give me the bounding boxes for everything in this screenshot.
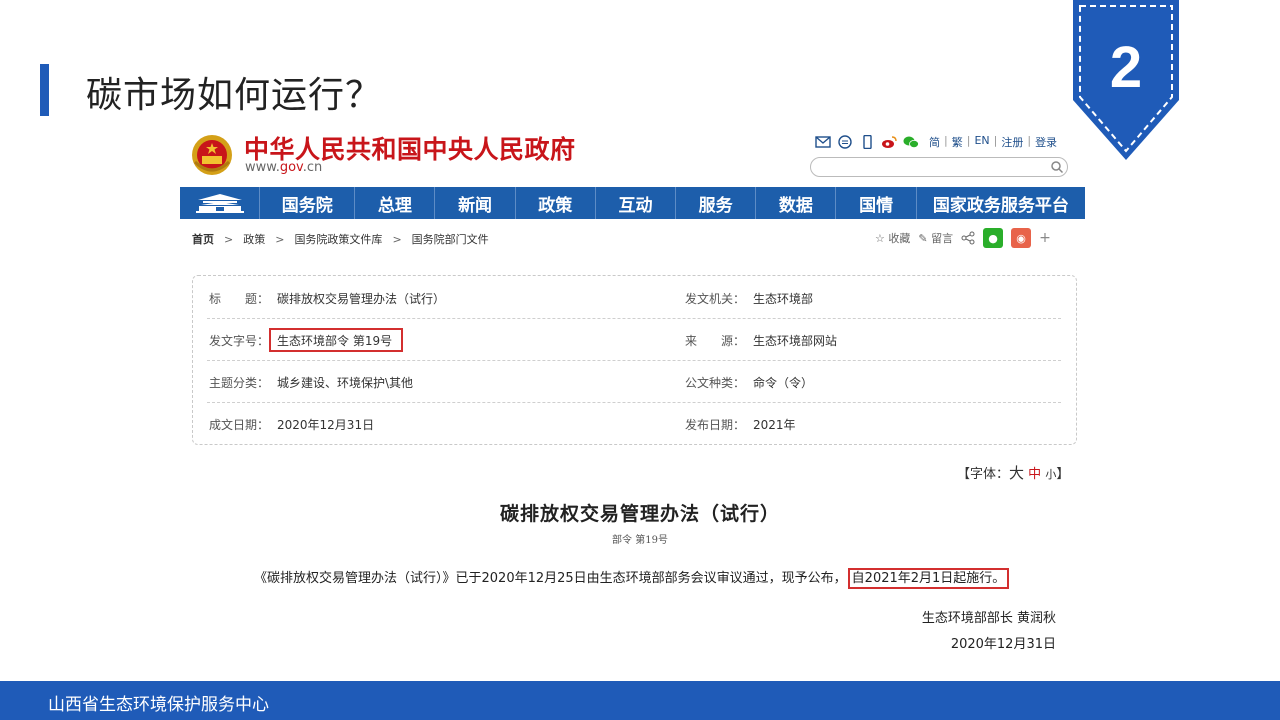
document-subtitle: 部令 第19号 — [612, 535, 668, 546]
info-label: 标 题： — [209, 292, 270, 306]
footer-org-name: 山西省生态环境保护服务中心 — [48, 695, 269, 715]
search-icon[interactable] — [1050, 160, 1064, 174]
nav-item-services[interactable]: 服务 — [676, 187, 757, 219]
login-link[interactable]: 登录 — [1035, 134, 1057, 150]
weibo-icon[interactable] — [881, 135, 897, 149]
weibo-share-icon[interactable]: ◉ — [1011, 228, 1032, 248]
info-value: 碳排放权交易管理办法（试行） — [277, 292, 446, 306]
info-label: 公文种类： — [685, 376, 746, 390]
mobile-icon[interactable] — [859, 135, 875, 149]
font-size-bracket: 】 — [1056, 467, 1070, 482]
title-accent-bar — [40, 64, 49, 116]
nav-item-premier[interactable]: 总理 — [355, 187, 436, 219]
nav-item-gov-service-platform[interactable]: 国家政务服务平台 — [917, 187, 1085, 219]
star-icon: ☆ — [875, 232, 885, 245]
pencil-icon: ✎ — [918, 232, 928, 245]
info-value: 生态环境部 — [753, 292, 814, 306]
info-row-dates: 成文日期： 2020年12月31日 发布日期： 2021年 — [207, 402, 1061, 444]
info-label: 发文字号： — [209, 334, 270, 348]
breadcrumb-policy[interactable]: 政策 — [243, 231, 265, 247]
document-title: 碳排放权交易管理办法（试行） — [499, 503, 780, 525]
document-date: 2020年12月31日 — [950, 637, 1056, 652]
nav-item-policy[interactable]: 政策 — [516, 187, 596, 219]
search-input[interactable] — [810, 157, 1068, 177]
info-label: 发布日期： — [685, 418, 746, 432]
info-value: 2021年 — [753, 418, 796, 432]
nav-item-state-council[interactable]: 国务院 — [260, 187, 356, 219]
document-info-box: 标 题： 碳排放权交易管理办法（试行） 发文机关： 生态环境部 发文字号： 生态… — [192, 275, 1077, 445]
font-size-label: 【字体： — [957, 467, 1010, 482]
info-value: 2020年12月31日 — [277, 418, 375, 432]
document-body: 《碳排放权交易管理办法（试行）》已于2020年12月25日由生态环境部部务会议审… — [254, 567, 1010, 589]
register-link[interactable]: 注册 — [1001, 134, 1023, 150]
lang-traditional-link[interactable]: 繁 — [952, 134, 963, 150]
document-body-text: 《碳排放权交易管理办法（试行）》已于2020年12月25日由生态环境部部务会议审… — [254, 571, 847, 586]
info-label: 发文机关： — [685, 292, 746, 306]
chevron-right-icon: > — [392, 232, 402, 246]
wechat-share-icon[interactable]: ● — [983, 228, 1004, 248]
share-tools: ☆ 收藏 ✎ 留言 ● ◉ + — [875, 228, 1051, 248]
nav-home[interactable] — [180, 187, 261, 219]
language-links: 简 | 繁 | EN | 注册 | 登录 — [929, 134, 1058, 150]
breadcrumb-policy-library[interactable]: 国务院政策文件库 — [294, 231, 382, 247]
font-small-button[interactable]: 小 — [1045, 468, 1056, 481]
font-medium-button[interactable]: 中 — [1028, 467, 1041, 482]
font-size-control: 【字体：大 中 小】 — [957, 462, 1069, 483]
info-row-title: 标 题： 碳排放权交易管理办法（试行） 发文机关： 生态环境部 — [207, 276, 1061, 319]
nav-item-national-info[interactable]: 国情 — [836, 187, 917, 219]
section-number: 2 — [1109, 35, 1143, 100]
chat-icon[interactable] — [837, 135, 853, 149]
site-url[interactable]: www.gov.cn — [245, 160, 322, 175]
more-share-icon[interactable]: + — [1039, 230, 1051, 246]
document-signature: 生态环境部部长 黄润秋 — [921, 611, 1056, 626]
header-tools: 简 | 繁 | EN | 注册 | 登录 — [815, 134, 1057, 150]
info-label: 主题分类： — [209, 376, 270, 390]
breadcrumb-dept-files[interactable]: 国务院部门文件 — [412, 231, 489, 247]
tiananmen-icon — [195, 194, 244, 213]
chevron-right-icon: > — [224, 232, 234, 246]
lang-english-link[interactable]: EN — [974, 134, 989, 150]
chevron-right-icon: > — [275, 232, 285, 246]
info-label: 来 源： — [685, 334, 746, 348]
info-label: 成文日期： — [209, 418, 270, 432]
slide-title: 碳市场如何运行？ — [86, 75, 383, 116]
breadcrumb: 首页 > 政策 > 国务院政策文件库 > 国务院部门文件 — [192, 231, 489, 247]
nav-item-data[interactable]: 数据 — [756, 187, 837, 219]
favorite-button[interactable]: ☆ 收藏 — [875, 230, 910, 246]
info-row-category: 主题分类： 城乡建设、环境保护\其他 公文种类： 命令（令） — [207, 360, 1061, 403]
nav-item-news[interactable]: 新闻 — [435, 187, 516, 219]
nav-item-interaction[interactable]: 互动 — [596, 187, 677, 219]
wechat-icon[interactable] — [903, 135, 919, 149]
main-nav: 国务院 总理 新闻 政策 互动 服务 数据 国情 国家政务服务平台 — [180, 187, 1085, 219]
font-large-button[interactable]: 大 — [1009, 464, 1024, 482]
breadcrumb-home[interactable]: 首页 — [192, 231, 214, 247]
info-value: 城乡建设、环境保护\其他 — [277, 376, 414, 390]
mail-icon[interactable] — [815, 135, 831, 149]
info-value: 生态环境部网站 — [753, 334, 838, 348]
comment-button[interactable]: ✎ 留言 — [918, 230, 953, 246]
highlight-effective-date: 自2021年2月1日起施行。 — [847, 568, 1010, 589]
national-emblem-icon — [192, 135, 232, 175]
highlight-doc-number — [269, 328, 403, 352]
lang-simplified-link[interactable]: 简 — [929, 134, 940, 150]
share-icon[interactable] — [961, 231, 975, 245]
info-value: 命令（令） — [753, 376, 814, 390]
